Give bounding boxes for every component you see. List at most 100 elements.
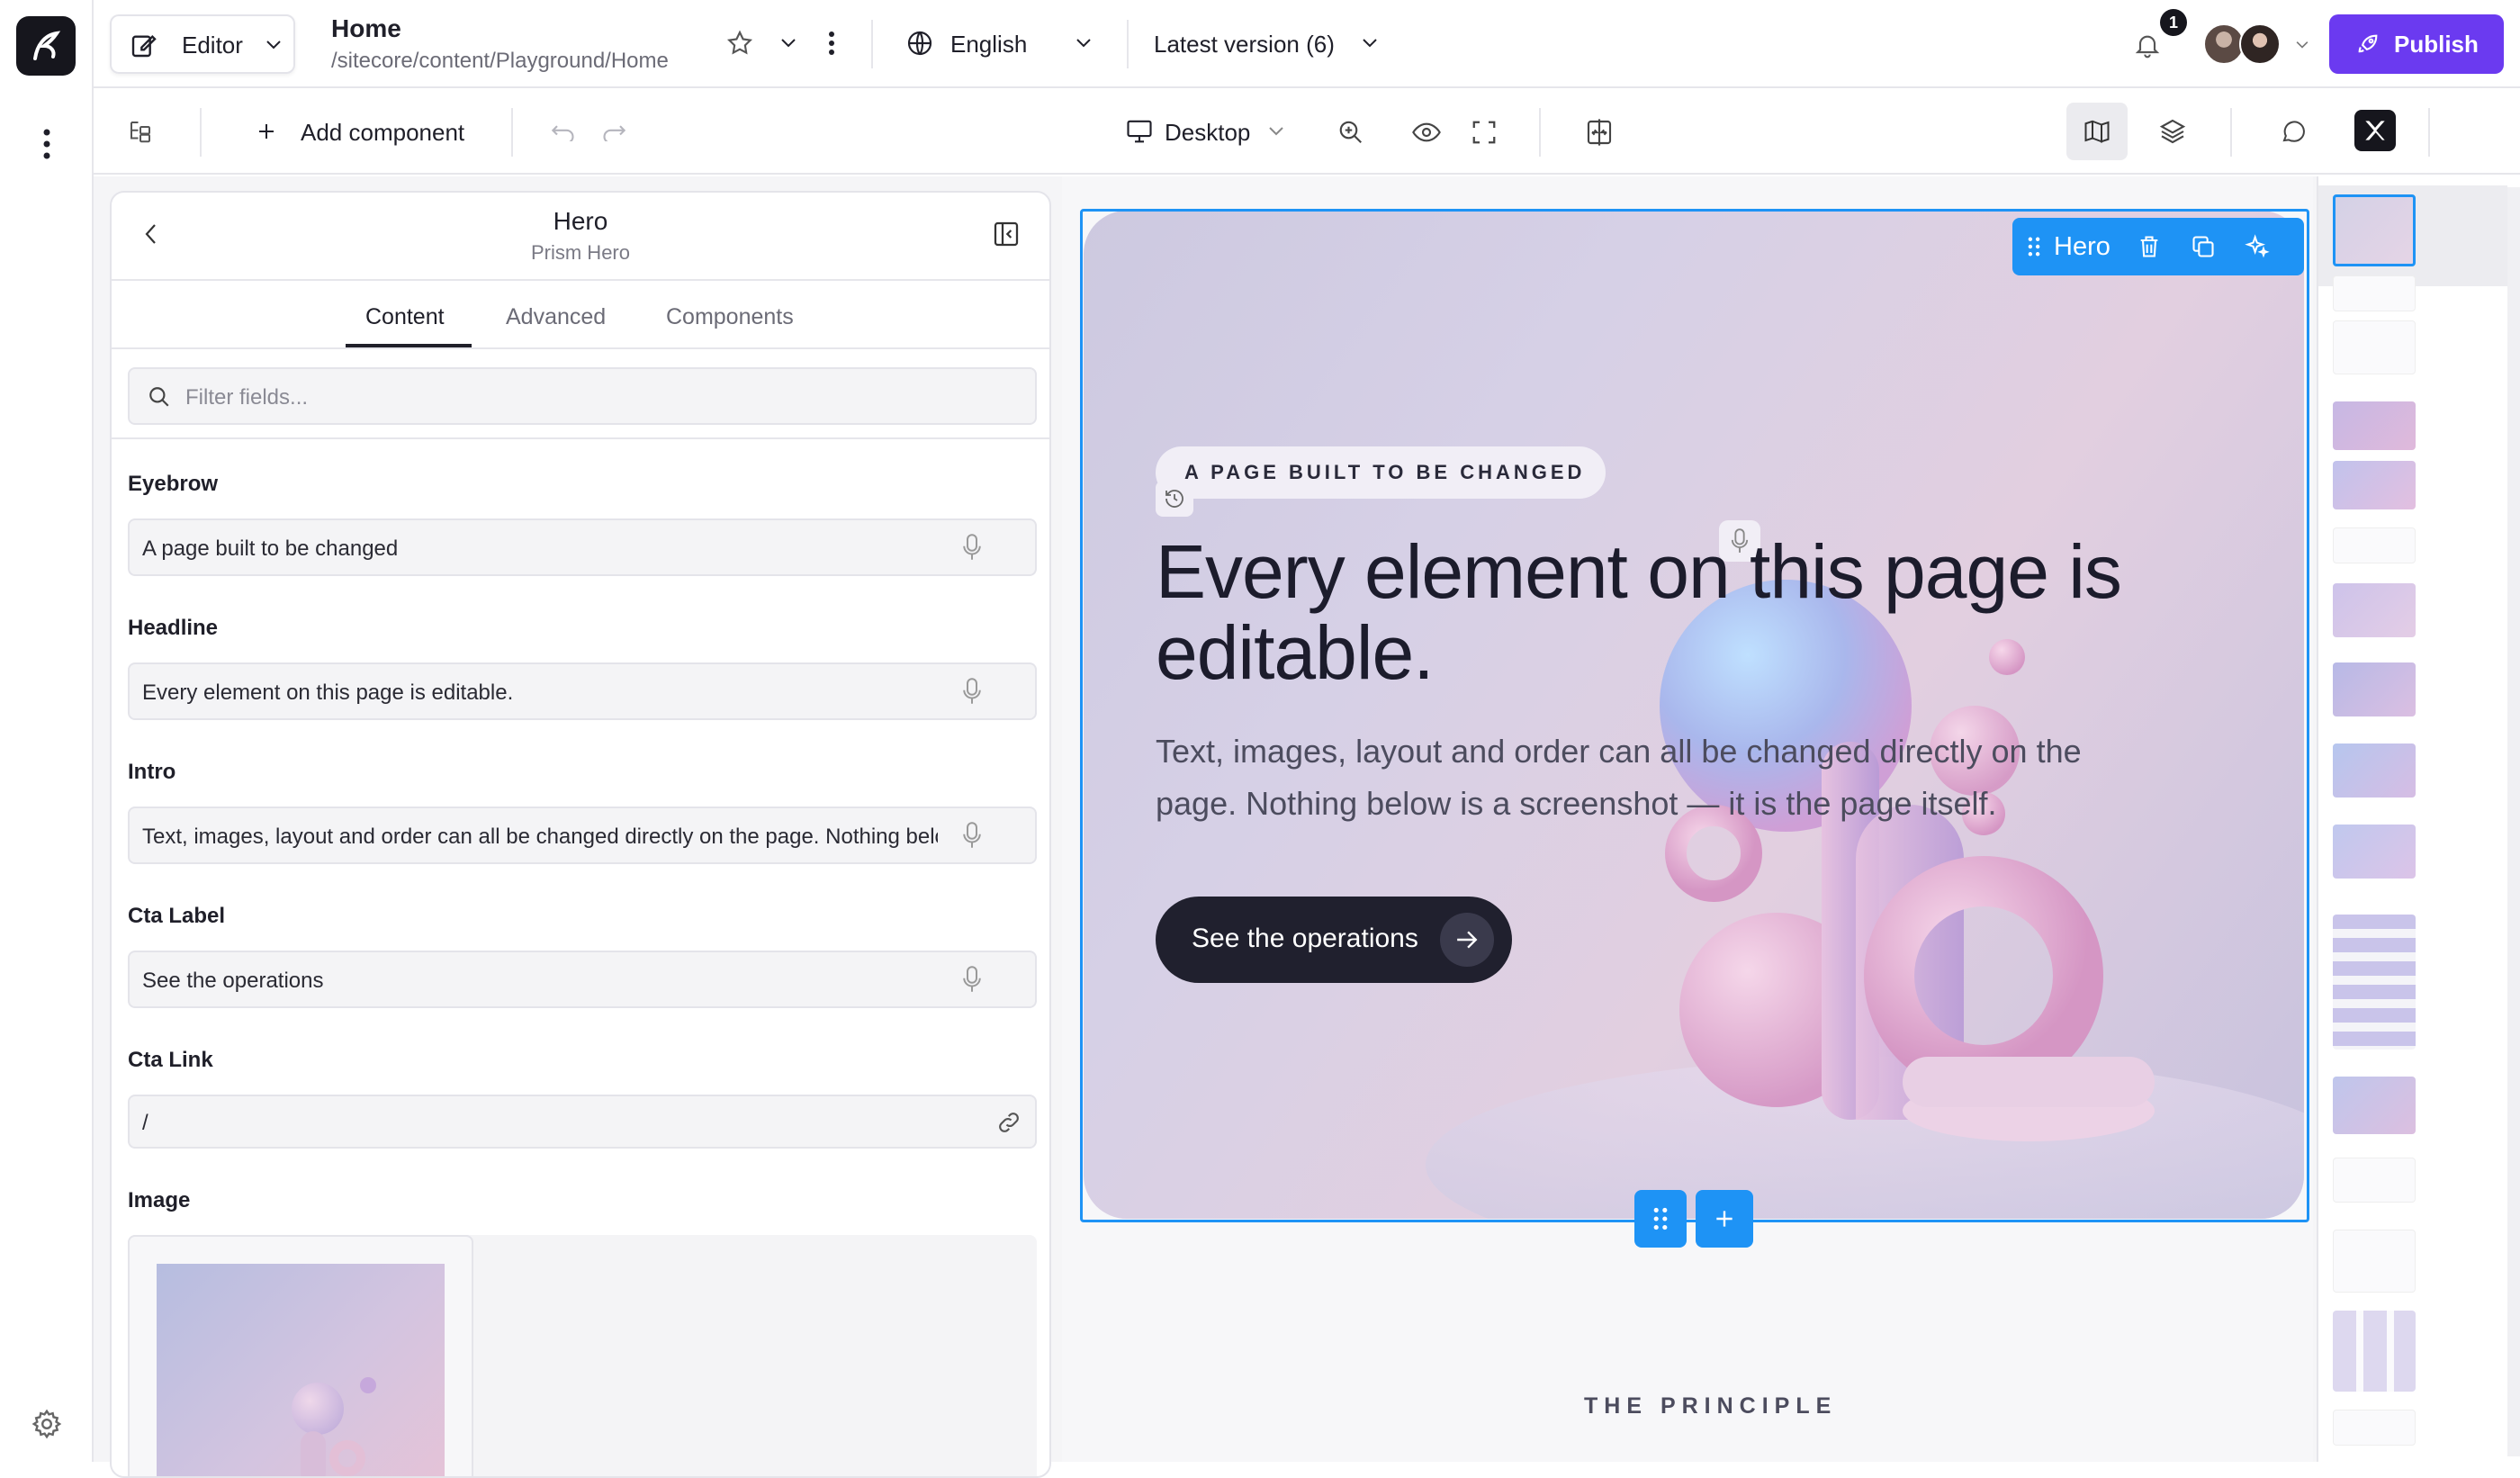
page-title: Home — [331, 14, 401, 42]
panel-subtitle: Prism Hero — [530, 241, 630, 264]
headline-field[interactable]: Every element on this page is editable. — [128, 662, 1037, 720]
divider — [871, 20, 873, 68]
undo-icon[interactable] — [547, 117, 580, 146]
intro-label: Intro — [128, 760, 176, 784]
settings-gear-icon[interactable] — [27, 1404, 67, 1444]
page-map-thumb-active[interactable] — [2333, 194, 2416, 266]
divider — [200, 108, 202, 157]
layers-icon[interactable] — [2155, 113, 2191, 149]
page-map-thumb[interactable] — [2333, 1230, 2416, 1293]
avatar[interactable] — [2239, 23, 2281, 65]
microphone-icon[interactable] — [958, 677, 986, 706]
zoom-in-icon[interactable] — [1334, 115, 1368, 149]
eyebrow-value: A page built to be changed — [142, 536, 399, 561]
page-map-scrollbar[interactable] — [2507, 187, 2520, 1456]
page-map-thumb[interactable] — [2333, 825, 2416, 879]
intro-value: Text, images, layout and order can all b… — [142, 825, 938, 849]
microphone-icon[interactable] — [958, 965, 986, 994]
page-map-thumb[interactable] — [2333, 401, 2416, 450]
ai-brand-icon[interactable] — [2354, 110, 2396, 151]
page-menu-chevron-icon[interactable] — [776, 32, 801, 54]
language-chevron-icon[interactable] — [1071, 32, 1096, 54]
image-thumbnail[interactable] — [157, 1264, 445, 1476]
cta-label-value: See the operations — [142, 969, 324, 993]
drag-handle-icon[interactable] — [2025, 234, 2043, 259]
page-map-thumb[interactable] — [2333, 583, 2416, 637]
next-section-eyebrow[interactable]: THE PRINCIPLE — [1584, 1393, 1837, 1419]
publish-button[interactable]: Publish — [2329, 14, 2504, 74]
page-map-thumb[interactable] — [2333, 915, 2416, 1050]
preview-eye-icon[interactable] — [1409, 115, 1444, 149]
page-map-thumb[interactable] — [2333, 527, 2416, 563]
cta-label-field[interactable]: See the operations — [128, 951, 1037, 1008]
mode-switcher[interactable]: Editor — [110, 14, 295, 74]
image-field[interactable] — [128, 1235, 1037, 1476]
fullscreen-icon[interactable] — [1467, 115, 1501, 149]
page-map-thumb[interactable] — [2333, 275, 2416, 311]
notifications-bell-icon[interactable] — [2129, 27, 2165, 63]
microphone-icon[interactable] — [958, 821, 986, 850]
cta-link-value: / — [142, 1111, 148, 1135]
page-map-thumb[interactable] — [2333, 662, 2416, 716]
tab-advanced[interactable]: Advanced — [506, 304, 606, 330]
cta-link-field[interactable]: / — [128, 1095, 1037, 1149]
image-label: Image — [128, 1188, 191, 1212]
mode-label: Editor — [182, 32, 243, 59]
page-map-thumb[interactable] — [2333, 320, 2416, 374]
delete-trash-icon[interactable] — [2133, 230, 2165, 263]
version-chevron-icon[interactable] — [1357, 32, 1382, 54]
filter-fields-input[interactable]: Filter fields... — [128, 367, 1037, 425]
more-vertical-icon[interactable] — [29, 126, 65, 162]
add-component-button[interactable]: Add component — [301, 119, 464, 147]
image-pillar-shape — [301, 1431, 326, 1476]
device-select[interactable]: Desktop — [1165, 119, 1250, 147]
left-rail — [0, 0, 94, 1462]
filter-divider — [112, 437, 1049, 439]
plus-icon — [252, 117, 281, 146]
page-map-thumb[interactable] — [2333, 461, 2416, 509]
edit-pencil-icon — [128, 29, 160, 61]
link-icon[interactable] — [994, 1107, 1024, 1138]
page-map-thumb[interactable] — [2333, 1311, 2416, 1392]
ai-sparkles-icon[interactable] — [2241, 230, 2273, 263]
publish-label: Publish — [2394, 31, 2479, 58]
cta-label-label: Cta Label — [128, 904, 226, 928]
filter-placeholder: Filter fields... — [185, 385, 309, 410]
selected-component-label: Hero — [2054, 232, 2110, 261]
tab-content[interactable]: Content — [365, 304, 445, 330]
app-logo-icon[interactable] — [16, 16, 76, 76]
duplicate-copy-icon[interactable] — [2187, 230, 2219, 263]
page-path: /sitecore/content/Playground/Home — [331, 49, 669, 73]
editor-toolbar: Add component Desktop — [94, 88, 2520, 175]
cta-link-label: Cta Link — [128, 1048, 213, 1072]
version-select[interactable]: Latest version (6) — [1154, 31, 1335, 59]
page-map-icon[interactable] — [2066, 103, 2128, 160]
page-map-thumb[interactable] — [2333, 744, 2416, 798]
microphone-icon[interactable] — [958, 533, 986, 562]
language-select[interactable]: English — [950, 31, 1027, 59]
compare-split-icon[interactable] — [1582, 115, 1616, 149]
divider — [1127, 20, 1129, 68]
chevron-down-icon — [263, 34, 284, 56]
add-section-button[interactable] — [1696, 1190, 1753, 1248]
content-tree-icon[interactable] — [122, 113, 158, 149]
page-map-thumb[interactable] — [2333, 1410, 2416, 1446]
page-map-strip — [2317, 176, 2520, 1462]
collapse-panel-icon[interactable] — [988, 216, 1024, 252]
tab-components[interactable]: Components — [666, 304, 794, 330]
eyebrow-field[interactable]: A page built to be changed — [128, 518, 1037, 576]
page-map-thumb[interactable] — [2333, 1077, 2416, 1134]
favorite-star-icon[interactable] — [724, 27, 756, 59]
comments-icon[interactable] — [2275, 113, 2311, 149]
section-drag-handle[interactable] — [1634, 1190, 1687, 1248]
page-map-thumb[interactable] — [2333, 1158, 2416, 1203]
desktop-monitor-icon — [1123, 117, 1156, 146]
page-more-icon[interactable] — [823, 27, 841, 59]
device-chevron-icon[interactable] — [1264, 121, 1289, 142]
redo-icon[interactable] — [598, 117, 630, 146]
avatars-chevron-icon[interactable] — [2291, 34, 2313, 56]
notification-badge: 1 — [2160, 9, 2187, 36]
divider — [2428, 108, 2430, 157]
intro-field[interactable]: Text, images, layout and order can all b… — [128, 807, 1037, 864]
image-card[interactable] — [128, 1235, 473, 1476]
